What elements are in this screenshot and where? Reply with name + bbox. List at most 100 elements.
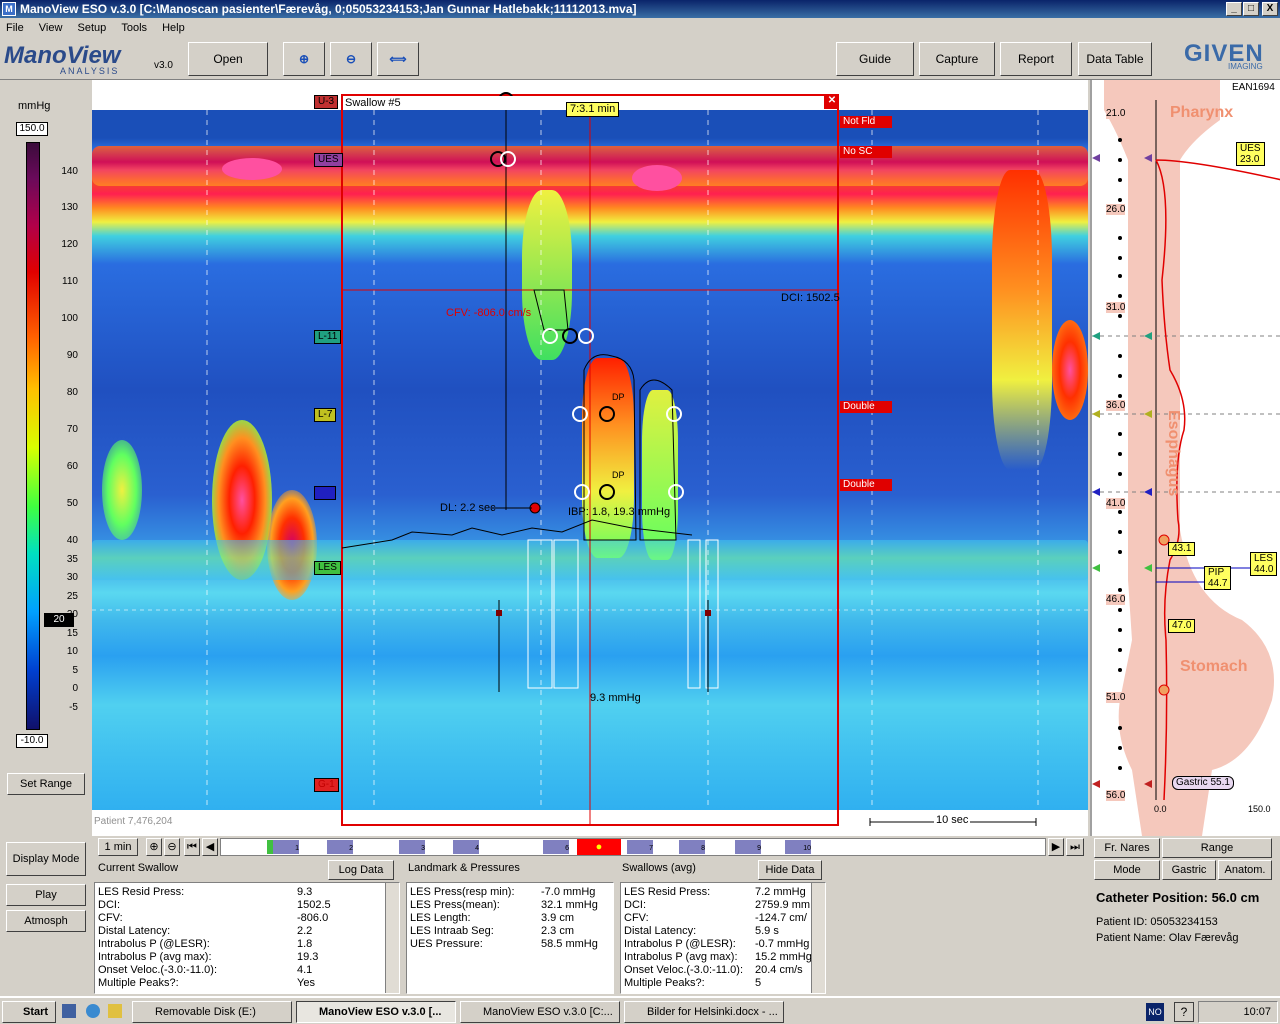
depth-label: 36.0 <box>1106 400 1126 411</box>
field-label: Intrabolus P (@LESR): <box>624 938 736 950</box>
landmark-l3[interactable]: L-3 <box>314 486 337 500</box>
swallows-avg-panel: Swallows (avg) Hide Data LES Resid Press… <box>618 858 828 996</box>
pip-tag: PIP 44.7 <box>1204 566 1232 590</box>
swallow-marker[interactable]: 7 <box>627 840 653 854</box>
swallow-marker[interactable]: 9 <box>735 840 761 854</box>
range-min-field[interactable]: -10.0 <box>16 734 48 748</box>
colorbar-tick-label: 35 <box>66 554 78 565</box>
pharynx-label: Pharynx <box>1170 104 1234 121</box>
log-data-button[interactable]: Log Data <box>328 860 394 880</box>
swallow-marker[interactable]: 4 <box>453 840 479 854</box>
language-indicator[interactable]: NO <box>1146 1003 1164 1021</box>
depth-label: 41.0 <box>1106 498 1126 509</box>
hide-data-button[interactable]: Hide Data <box>758 860 822 880</box>
field-label: CFV: <box>624 912 649 924</box>
field-label: LES Press(mean): <box>410 899 500 911</box>
menu-tools[interactable]: Tools <box>115 18 153 38</box>
guide-button[interactable]: Guide <box>836 42 914 76</box>
field-value: 2.2 <box>297 925 313 937</box>
swallow-marker[interactable]: 2 <box>327 840 353 854</box>
swallow-marker[interactable]: 8 <box>679 840 705 854</box>
menu-file[interactable]: File <box>0 18 30 38</box>
colorbar-tick-label: 25 <box>66 591 78 602</box>
start-button[interactable]: Start <box>2 1001 56 1023</box>
menu-view[interactable]: View <box>33 18 69 38</box>
desktop-icon[interactable] <box>62 1004 76 1018</box>
zoom-in-icon[interactable]: ⊕ <box>283 42 325 76</box>
field-label: LES Length: <box>410 912 471 924</box>
swallow-track[interactable]: 1 2 3 4 6 7 8 9 10 ● <box>220 838 1046 856</box>
swallow-marker[interactable]: 3 <box>399 840 425 854</box>
landmark-l11[interactable]: L-11 <box>314 330 342 344</box>
field-value: -0.7 mmHg <box>755 938 810 950</box>
atmosph-button[interactable]: Atmosph <box>6 910 86 932</box>
open-button[interactable]: Open <box>188 42 268 76</box>
capture-button[interactable]: Capture <box>919 42 995 76</box>
not-fld-tag: Not Fld <box>840 116 892 128</box>
help-icon[interactable]: ? <box>1174 1002 1194 1022</box>
landmark-g1[interactable]: G-1 <box>314 778 339 792</box>
field-label: Multiple Peaks?: <box>624 977 705 989</box>
prev-icon[interactable]: ◀ <box>202 838 218 856</box>
close-swallow-icon[interactable]: ✕ <box>826 95 838 107</box>
range-button[interactable]: Range <box>1162 838 1272 858</box>
task-removable-disk[interactable]: Removable Disk (E:) <box>132 1001 292 1023</box>
field-label: UES Pressure: <box>410 938 483 950</box>
report-button[interactable]: Report <box>1000 42 1072 76</box>
scrollbar[interactable] <box>811 883 825 993</box>
landmark-panel: Landmark & Pressures LES Press(resp min)… <box>404 858 616 996</box>
current-swallow-marker[interactable]: ● <box>577 839 621 855</box>
ie-icon[interactable] <box>86 1004 100 1018</box>
zoom-out-icon[interactable]: ⊖ <box>330 42 372 76</box>
scrollbar[interactable] <box>385 883 399 993</box>
task-manoview-2[interactable]: ManoView ESO v.3.0 [C:... <box>460 1001 620 1023</box>
zoom-out-small-icon[interactable]: ⊖ <box>164 838 180 856</box>
field-value: 4.1 <box>297 964 313 976</box>
landmark-les[interactable]: LES <box>314 561 341 575</box>
mode-button[interactable]: Mode <box>1094 860 1160 880</box>
folder-icon[interactable] <box>108 1004 122 1018</box>
data-table-button[interactable]: Data Table <box>1078 42 1152 76</box>
zoom-fit-icon[interactable]: ⟺ <box>377 42 419 76</box>
double-tag: Double <box>840 401 892 413</box>
anatomy-panel: EAN1694 Pharynx Esophagus Stomach 21.0 26… <box>1090 80 1280 836</box>
task-word-doc[interactable]: Bilder for Helsinki.docx - ... <box>624 1001 784 1023</box>
interval-select[interactable]: 1 min <box>98 838 138 856</box>
display-mode-button[interactable]: Display Mode <box>6 842 86 876</box>
set-range-button[interactable]: Set Range <box>7 773 85 795</box>
last-icon[interactable]: ⏭ <box>1066 838 1084 856</box>
first-icon[interactable]: ⏮ <box>184 838 200 856</box>
anatom-button[interactable]: Anatom. <box>1218 860 1272 880</box>
fr-nares-button[interactable]: Fr. Nares <box>1094 838 1160 858</box>
field-label: CFV: <box>98 912 123 924</box>
next-icon[interactable]: ▶ <box>1048 838 1064 856</box>
field-label: Onset Veloc.(-3.0:-11.0): <box>624 964 744 976</box>
landmark-l7[interactable]: L-7 <box>314 408 337 422</box>
field-label: Intrabolus P (avg max): <box>624 951 738 963</box>
colorbar-tick-label: 60 <box>66 461 78 472</box>
field-value: 2759.9 mm <box>755 899 811 911</box>
swallow-marker[interactable]: 10 <box>785 840 811 854</box>
zoom-in-small-icon[interactable]: ⊕ <box>146 838 162 856</box>
maximize-button[interactable]: □ <box>1243 2 1259 16</box>
menu-help[interactable]: Help <box>156 18 191 38</box>
title-bar: M ManoView ESO v.3.0 [C:\Manoscan pasien… <box>0 0 1280 18</box>
task-manoview-1[interactable]: ManoView ESO v.3.0 [... <box>296 1001 456 1023</box>
swallow-marker[interactable]: 1 <box>273 840 299 854</box>
field-label: Intrabolus P (@LESR): <box>98 938 210 950</box>
swallow-navigator: 1 min ⊕ ⊖ ⏮ ◀ 1 2 3 4 6 7 8 9 10 ● ▶ ⏭ <box>92 836 1088 858</box>
minimize-button[interactable]: _ <box>1226 2 1242 16</box>
landmark-ues[interactable]: UES <box>314 153 343 167</box>
play-button[interactable]: Play <box>6 884 86 906</box>
pressure-topography-plot[interactable]: Swallow #5 ✕ 7:3.1 min DCI: 1502.5 CFV: … <box>92 80 1088 836</box>
gastric-button[interactable]: Gastric <box>1162 860 1216 880</box>
threshold-marker[interactable]: 20 <box>44 613 74 627</box>
landmark-u3[interactable]: U-3 <box>314 95 339 109</box>
current-swallow-panel: Current Swallow Log Data LES Resid Press… <box>92 858 402 996</box>
window-title: ManoView ESO v.3.0 [C:\Manoscan pasiente… <box>20 2 637 16</box>
menu-setup[interactable]: Setup <box>72 18 113 38</box>
double-tag: Double <box>840 479 892 491</box>
range-max-field[interactable]: 150.0 <box>16 122 48 136</box>
swallow-marker[interactable]: 6 <box>543 840 569 854</box>
close-button[interactable]: X <box>1262 2 1278 16</box>
